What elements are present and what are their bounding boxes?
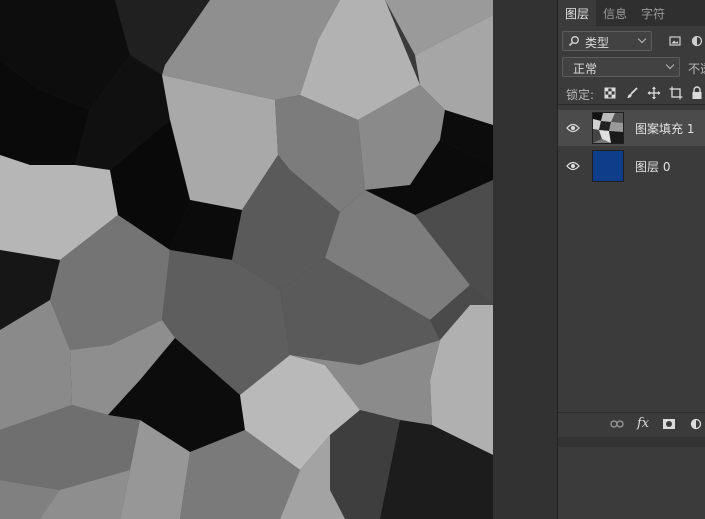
crystallize-pattern-image [0, 0, 493, 519]
layer-row-layer-0[interactable]: 图层 0 [558, 148, 705, 184]
eye-visibility-icon[interactable] [566, 160, 580, 172]
tab-character[interactable]: 字符 [634, 0, 672, 26]
lock-transparent-pixels-icon[interactable] [604, 87, 616, 99]
workspace-gutter [493, 0, 557, 519]
search-icon [568, 36, 579, 47]
chevron-down-icon [637, 34, 647, 44]
tab-layers[interactable]: 图层 [558, 0, 597, 26]
document-canvas[interactable] [0, 0, 493, 519]
lock-artboard-icon[interactable] [669, 86, 683, 100]
fx-icon[interactable]: fx [637, 416, 649, 431]
eye-visibility-icon[interactable] [566, 122, 580, 134]
adjustment-filter-icon[interactable] [691, 35, 703, 47]
layer-row-pattern-fill[interactable]: 图案填充 1 [558, 110, 705, 146]
layer-name[interactable]: 图案填充 1 [635, 120, 694, 137]
layer-filter-label: 类型 [585, 36, 610, 50]
chevron-down-icon [665, 60, 675, 70]
lock-image-pixels-brush-icon[interactable] [625, 86, 639, 100]
layer-thumbnail-pattern [592, 112, 624, 144]
panel-tabs: 图层 信息 字符 [558, 0, 705, 26]
panel-divider [558, 104, 705, 105]
layer-thumbnail-solid [592, 150, 624, 182]
image-filter-icon[interactable] [669, 35, 681, 47]
layers-panel-footer: fx [558, 412, 705, 437]
adjustment-icon[interactable] [690, 418, 702, 430]
tab-info[interactable]: 信息 [596, 0, 634, 26]
layer-filter-select[interactable]: 类型 [562, 31, 652, 51]
blend-mode-label: 正常 [573, 62, 598, 76]
pattern-thumbnail-image [593, 113, 623, 143]
layers-panel: 图层 信息 字符 类型 正常 不透 锁定: [557, 0, 705, 519]
mask-icon[interactable] [662, 418, 676, 430]
link-icon[interactable] [610, 419, 624, 429]
lock-all-icon[interactable] [691, 86, 703, 100]
layer-name[interactable]: 图层 0 [635, 158, 670, 175]
blend-mode-select[interactable]: 正常 [562, 57, 680, 77]
lock-position-move-icon[interactable] [647, 86, 661, 100]
panel-bottom-strip [558, 437, 705, 447]
lock-label: 锁定: [566, 88, 595, 102]
opacity-label: 不透 [688, 62, 705, 76]
